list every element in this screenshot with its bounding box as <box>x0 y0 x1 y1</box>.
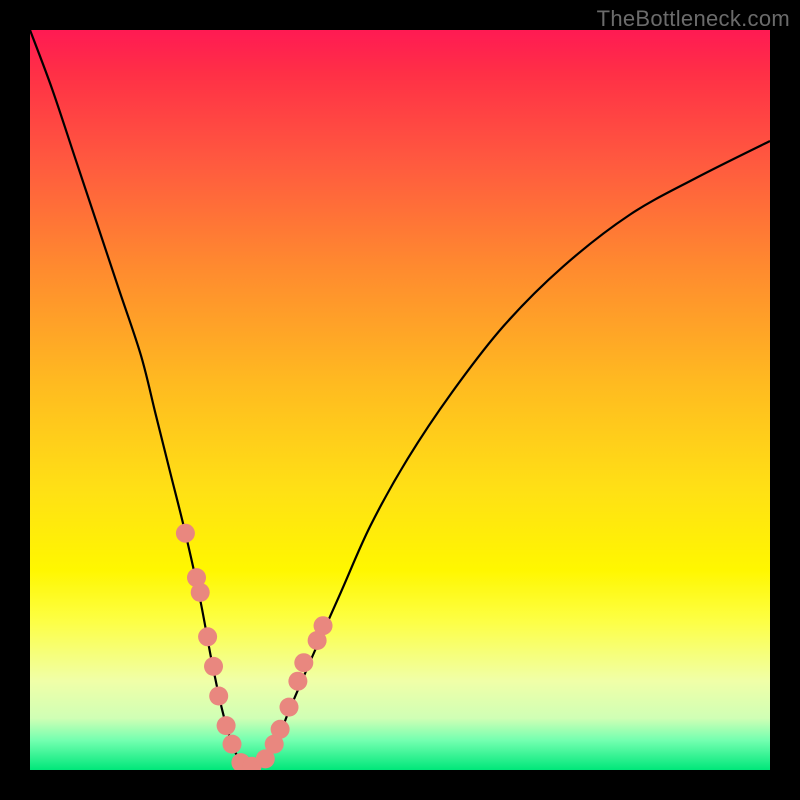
data-marker <box>271 720 290 739</box>
chart-svg <box>30 30 770 770</box>
data-marker <box>209 687 228 706</box>
data-marker <box>217 716 236 735</box>
data-marker <box>314 616 333 635</box>
bottleneck-curve <box>30 30 770 769</box>
data-marker <box>288 672 307 691</box>
marker-group <box>176 524 333 770</box>
data-marker <box>191 583 210 602</box>
data-marker <box>223 735 242 754</box>
watermark-text: TheBottleneck.com <box>597 6 790 32</box>
data-marker <box>294 653 313 672</box>
chart-frame: TheBottleneck.com <box>0 0 800 800</box>
data-marker <box>204 657 223 676</box>
plot-area <box>30 30 770 770</box>
data-marker <box>198 627 217 646</box>
data-marker <box>280 698 299 717</box>
data-marker <box>176 524 195 543</box>
